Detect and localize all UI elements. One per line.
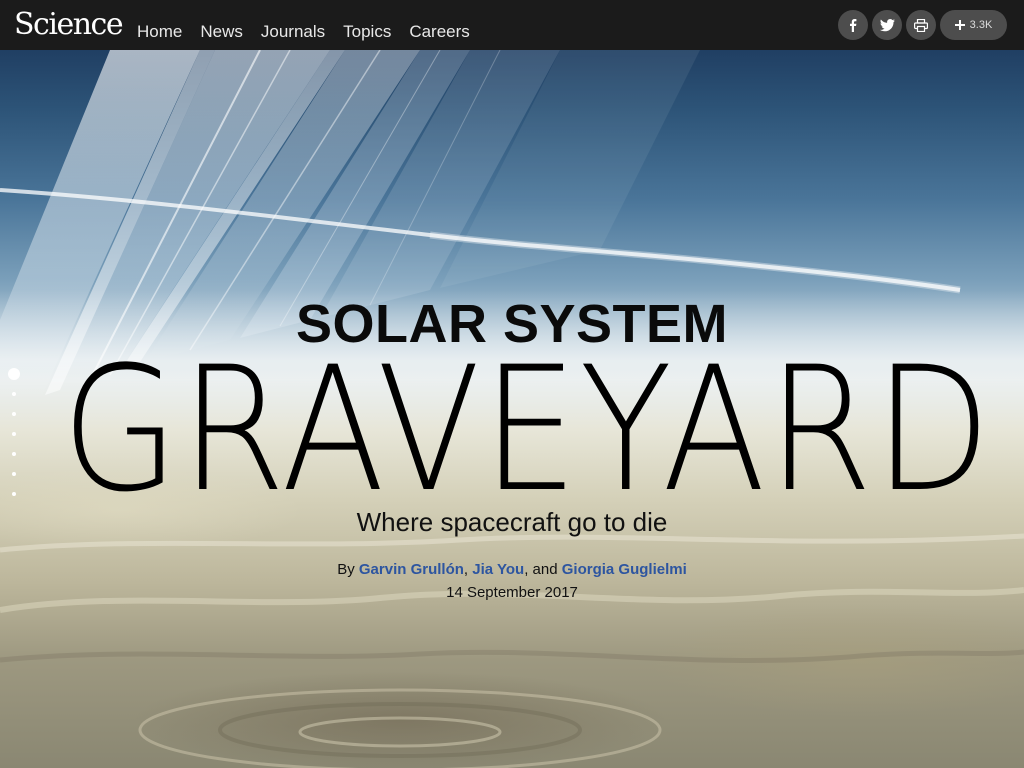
plus-icon	[954, 20, 965, 30]
section-dot[interactable]	[12, 412, 16, 416]
byline: By Garvin Grullón, Jia You, and Giorgia …	[0, 561, 1024, 578]
byline-separator: , and	[524, 561, 562, 578]
nav-careers[interactable]: Careers	[409, 0, 469, 50]
author-link[interactable]: Giorgia Guglielmi	[562, 561, 687, 578]
section-dot-active[interactable]	[8, 368, 20, 380]
story-title: GRAVEYARD	[61, 329, 993, 530]
print-icon	[914, 18, 928, 32]
twitter-icon	[879, 18, 895, 31]
nav-journals[interactable]: Journals	[261, 0, 325, 50]
nav-news[interactable]: News	[200, 0, 243, 50]
publish-date: 14 September 2017	[446, 584, 578, 601]
more-share-button[interactable]: 3.3K	[940, 10, 1007, 40]
section-dot[interactable]	[12, 432, 16, 436]
nav-home[interactable]: Home	[137, 0, 182, 50]
site-header: Science Home News Journals Topics Career…	[0, 0, 1024, 50]
section-dot[interactable]	[12, 452, 16, 456]
facebook-share-button[interactable]	[838, 10, 868, 40]
byline-separator: ,	[463, 561, 473, 578]
facebook-icon	[850, 19, 857, 32]
story-subtitle: Where spacecraft go to die	[356, 507, 668, 537]
section-dot[interactable]	[12, 392, 16, 396]
section-dot[interactable]	[12, 492, 16, 496]
nav-topics[interactable]: Topics	[343, 0, 391, 50]
print-button[interactable]	[906, 10, 936, 40]
share-count: 3.3K	[969, 19, 993, 31]
main-nav: Home News Journals Topics Careers	[137, 0, 488, 50]
byline-prefix: By	[337, 561, 359, 578]
author-link[interactable]: Garvin Grullón	[359, 561, 464, 578]
author-link[interactable]: Jia You	[472, 561, 524, 578]
section-dot[interactable]	[12, 472, 16, 476]
science-logo[interactable]: Science	[14, 7, 124, 42]
twitter-share-button[interactable]	[872, 10, 902, 40]
share-bar: 3.3K	[838, 10, 1007, 40]
